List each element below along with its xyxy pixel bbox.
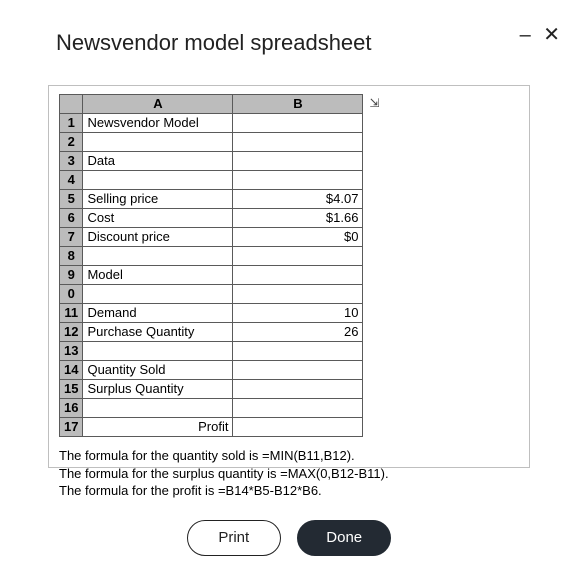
formula-notes: The formula for the quantity sold is =MI… [59, 447, 519, 500]
corner-cell [60, 95, 83, 114]
cell-b [233, 399, 363, 418]
spreadsheet-table: A B 1Newsvendor Model23Data45Selling pri… [59, 94, 363, 437]
row-header: 5 [60, 190, 83, 209]
note-line: The formula for the quantity sold is =MI… [59, 447, 519, 465]
cell-a: Cost [83, 209, 233, 228]
cell-b [233, 342, 363, 361]
col-header-b: B [233, 95, 363, 114]
cell-b [233, 380, 363, 399]
table-row: 15Surplus Quantity [60, 380, 363, 399]
row-header: 0 [60, 285, 83, 304]
col-header-a: A [83, 95, 233, 114]
row-header: 6 [60, 209, 83, 228]
table-row: 0 [60, 285, 363, 304]
print-button[interactable]: Print [187, 520, 281, 556]
cell-a: Data [83, 152, 233, 171]
cell-a: Demand [83, 304, 233, 323]
cell-b [233, 266, 363, 285]
cell-a [83, 133, 233, 152]
cell-b [233, 247, 363, 266]
table-row: 13 [60, 342, 363, 361]
table-row: 14Quantity Sold [60, 361, 363, 380]
row-header: 3 [60, 152, 83, 171]
row-header: 1 [60, 114, 83, 133]
row-header: 14 [60, 361, 83, 380]
row-header: 8 [60, 247, 83, 266]
button-bar: Print Done [0, 520, 578, 556]
cell-b [233, 133, 363, 152]
cell-b [233, 171, 363, 190]
cell-a [83, 285, 233, 304]
cell-a: Discount price [83, 228, 233, 247]
cell-b: $1.66 [233, 209, 363, 228]
table-row: 17Profit [60, 418, 363, 437]
table-row: 6Cost$1.66 [60, 209, 363, 228]
expand-icon[interactable]: ⇲ [369, 96, 379, 110]
cell-a: Quantity Sold [83, 361, 233, 380]
minimize-icon[interactable]: – [520, 28, 531, 42]
cell-b: 10 [233, 304, 363, 323]
close-icon[interactable]: ✕ [543, 28, 560, 42]
page-title: Newsvendor model spreadsheet [56, 30, 372, 56]
cell-a [83, 342, 233, 361]
row-header: 17 [60, 418, 83, 437]
table-row: 11Demand10 [60, 304, 363, 323]
cell-b [233, 418, 363, 437]
cell-a: Model [83, 266, 233, 285]
table-row: 2 [60, 133, 363, 152]
cell-a: Profit [83, 418, 233, 437]
table-row: 5Selling price$4.07 [60, 190, 363, 209]
table-row: 1Newsvendor Model [60, 114, 363, 133]
cell-a: Purchase Quantity [83, 323, 233, 342]
row-header: 15 [60, 380, 83, 399]
cell-b [233, 285, 363, 304]
cell-b [233, 361, 363, 380]
cell-a: Surplus Quantity [83, 380, 233, 399]
cell-b [233, 114, 363, 133]
cell-b [233, 152, 363, 171]
cell-a [83, 247, 233, 266]
table-row: 9Model [60, 266, 363, 285]
cell-b: $4.07 [233, 190, 363, 209]
row-header: 2 [60, 133, 83, 152]
table-row: 12Purchase Quantity26 [60, 323, 363, 342]
table-row: 8 [60, 247, 363, 266]
cell-a: Newsvendor Model [83, 114, 233, 133]
row-header: 12 [60, 323, 83, 342]
row-header: 11 [60, 304, 83, 323]
table-row: 16 [60, 399, 363, 418]
content-panel: A B 1Newsvendor Model23Data45Selling pri… [48, 85, 530, 468]
row-header: 16 [60, 399, 83, 418]
cell-b: 26 [233, 323, 363, 342]
cell-a [83, 399, 233, 418]
cell-b: $0 [233, 228, 363, 247]
table-row: 4 [60, 171, 363, 190]
row-header: 7 [60, 228, 83, 247]
row-header: 13 [60, 342, 83, 361]
cell-a [83, 171, 233, 190]
row-header: 9 [60, 266, 83, 285]
cell-a: Selling price [83, 190, 233, 209]
done-button[interactable]: Done [297, 520, 391, 556]
note-line: The formula for the profit is =B14*B5-B1… [59, 482, 519, 500]
table-row: 3Data [60, 152, 363, 171]
window-controls: – ✕ [512, 28, 560, 46]
table-row: 7Discount price$0 [60, 228, 363, 247]
note-line: The formula for the surplus quantity is … [59, 465, 519, 483]
row-header: 4 [60, 171, 83, 190]
